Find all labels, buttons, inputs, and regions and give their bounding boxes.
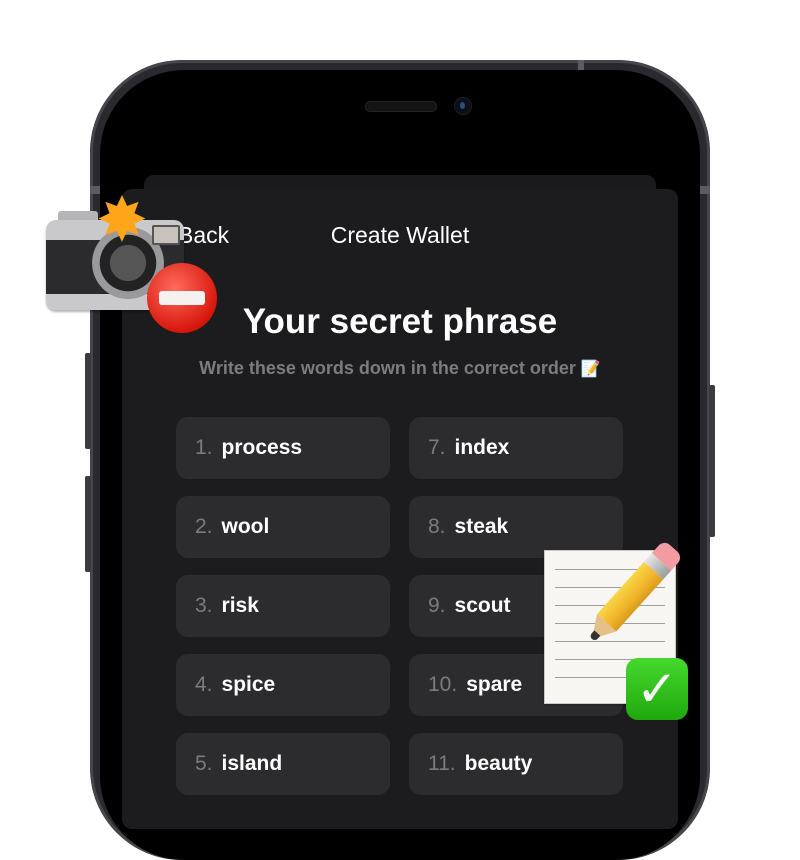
no-entry-icon (147, 263, 217, 333)
volume-down-button (85, 476, 91, 572)
seed-word: index (454, 436, 510, 459)
seed-word-card: 11. beauty (409, 733, 623, 795)
seed-word: steak (454, 515, 509, 538)
instructions-text: Write these words down in the correct or… (199, 358, 576, 378)
memo-line (555, 641, 665, 643)
seed-word: island (221, 752, 283, 775)
no-screenshot-badge: ✸ (40, 185, 220, 335)
antenna-line (700, 186, 710, 194)
seed-word-card: 4. spice (176, 654, 390, 716)
word-index: 3. (195, 594, 213, 617)
seed-word: risk (221, 594, 259, 617)
word-index: 9. (428, 594, 446, 617)
word-index: 2. (195, 515, 213, 538)
seed-word-card: 1. process (176, 417, 390, 479)
word-index: 4. (195, 673, 213, 696)
seed-word: beauty (464, 752, 533, 775)
page-title: Create Wallet (330, 222, 470, 248)
seed-word-card: 7. index (409, 417, 623, 479)
seed-word-card: 3. risk (176, 575, 390, 637)
word-index: 7. (428, 436, 446, 459)
earpiece-speaker (365, 101, 437, 112)
seed-word: spice (221, 673, 276, 696)
antenna-line (578, 60, 584, 70)
memo-icon: 📝 (580, 361, 601, 378)
check-mark-icon: ✓ (626, 658, 688, 720)
word-index: 11. (428, 752, 456, 775)
power-button (709, 385, 715, 537)
seed-word-card: 5. island (176, 733, 390, 795)
write-down-badge: ✓ (540, 539, 700, 726)
camera-viewfinder-icon (152, 225, 180, 245)
seed-word-card: 2. wool (176, 496, 390, 558)
word-index: 1. (195, 436, 213, 459)
word-index: 8. (428, 515, 446, 538)
flash-icon: ✸ (96, 186, 148, 255)
seed-word: spare (466, 673, 523, 696)
front-camera (454, 97, 472, 115)
word-index: 5. (195, 752, 213, 775)
seed-word: wool (221, 515, 270, 538)
instructions: Write these words down in the correct or… (0, 358, 800, 379)
seed-word: scout (454, 594, 511, 617)
word-index: 10. (428, 673, 458, 696)
seed-word: process (221, 436, 303, 459)
